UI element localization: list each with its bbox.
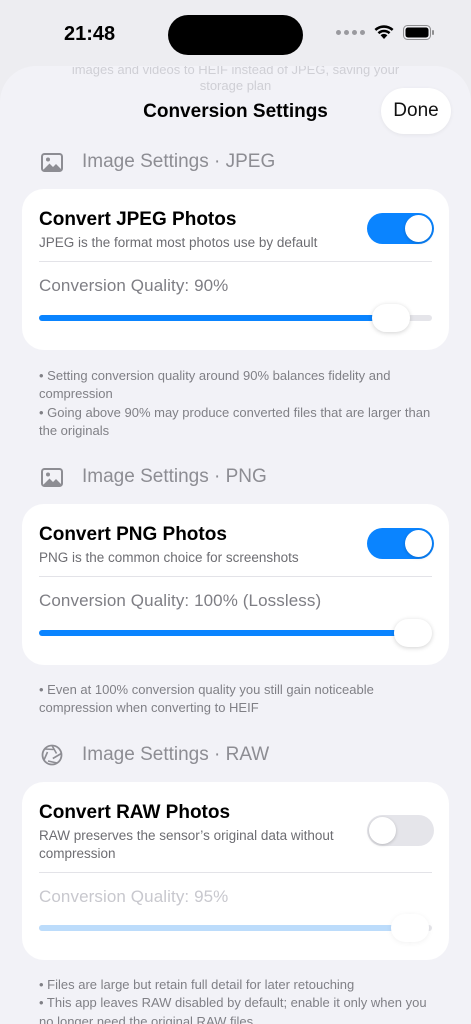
toggle-subtitle: JPEG is the format most photos use by de… — [39, 235, 318, 250]
section-header-label: Image Settings · RAW — [82, 744, 270, 765]
png-settings-card: Convert PNG Photos PNG is the common cho… — [22, 504, 449, 665]
quality-label: Conversion Quality: 95% — [39, 887, 229, 906]
divider — [39, 261, 432, 262]
jpeg-quality-slider[interactable] — [39, 304, 432, 332]
toggle-subtitle: RAW preserves the sensor’s original data… — [39, 828, 334, 861]
battery-icon — [403, 24, 434, 40]
quality-label: Conversion Quality: 100% (Lossless) — [39, 591, 322, 610]
quality-label: Conversion Quality: 90% — [39, 276, 229, 295]
background-text: images and videos to HEIF instead of JPE… — [71, 66, 400, 77]
slider-thumb — [391, 914, 430, 942]
aperture-icon — [40, 744, 64, 766]
toggle-title: Convert RAW Photos — [39, 802, 231, 823]
section-header-jpeg: Image Settings · JPEG — [40, 151, 275, 173]
raw-quality-slider — [39, 914, 432, 942]
raw-notes: • Files are large but retain full detail… — [39, 976, 439, 1024]
slider-thumb[interactable] — [371, 304, 410, 332]
png-quality-slider[interactable] — [39, 619, 432, 647]
wifi-icon — [374, 25, 394, 39]
note-text: • Going above 90% may produce converted … — [39, 404, 431, 438]
slider-fill — [39, 925, 411, 931]
note-text: • Even at 100% conversion quality you st… — [39, 682, 374, 716]
toggle-title: Convert JPEG Photos — [39, 209, 237, 230]
divider — [39, 872, 432, 873]
status-bar: 21:48 — [0, 0, 471, 66]
section-header-raw: Image Settings · RAW — [40, 744, 269, 766]
raw-settings-card: Convert RAW Photos RAW preserves the sen… — [22, 782, 449, 960]
signal-dots-icon — [336, 29, 365, 35]
slider-fill — [39, 315, 391, 321]
note-text: • Files are large but retain full detail… — [39, 977, 355, 992]
dynamic-island — [168, 15, 303, 55]
note-text: • Setting conversion quality around 90% … — [39, 368, 391, 402]
jpeg-settings-card: Convert JPEG Photos JPEG is the format m… — [22, 189, 449, 350]
slider-thumb[interactable] — [394, 619, 432, 647]
png-notes: • Even at 100% conversion quality you st… — [39, 681, 439, 718]
toggle-subtitle: PNG is the common choice for screenshots — [39, 550, 299, 565]
photo-icon — [40, 151, 64, 173]
convert-raw-toggle[interactable] — [367, 815, 434, 846]
convert-png-toggle[interactable] — [367, 528, 434, 559]
status-time: 21:48 — [64, 23, 116, 45]
toggle-title: Convert PNG Photos — [39, 524, 227, 545]
status-icons — [336, 24, 435, 40]
convert-jpeg-toggle[interactable] — [367, 213, 434, 244]
done-button[interactable]: Done — [381, 88, 451, 134]
jpeg-notes: • Setting conversion quality around 90% … — [39, 367, 439, 440]
slider-fill — [39, 630, 413, 636]
note-text: • This app leaves RAW disabled by defaul… — [39, 995, 427, 1024]
conversion-settings-sheet: images and videos to HEIF instead of JPE… — [0, 66, 471, 1024]
photo-icon — [40, 466, 64, 488]
section-header-label: Image Settings · JPEG — [82, 151, 276, 172]
section-header-label: Image Settings · PNG — [82, 466, 267, 487]
divider — [39, 576, 432, 577]
section-header-png: Image Settings · PNG — [40, 466, 267, 488]
